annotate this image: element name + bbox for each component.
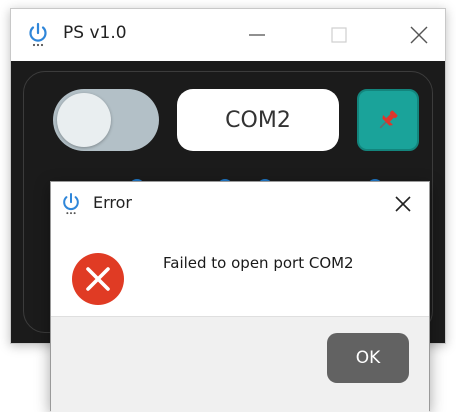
dialog-title-bar[interactable]: Error xyxy=(51,182,429,226)
close-button[interactable] xyxy=(395,9,443,61)
ok-button[interactable]: OK xyxy=(327,333,409,383)
power-icon xyxy=(61,192,81,216)
dialog-body: Failed to open port COM2 xyxy=(51,226,429,316)
toggle-knob xyxy=(57,93,111,147)
pushpin-icon xyxy=(379,110,398,129)
pin-button[interactable] xyxy=(357,89,419,151)
error-icon xyxy=(71,252,125,306)
close-icon xyxy=(395,196,411,212)
close-icon xyxy=(410,26,428,44)
power-icon xyxy=(27,22,49,48)
minimize-button[interactable] xyxy=(233,9,281,61)
window-title: PS v1.0 xyxy=(63,23,127,43)
maximize-icon xyxy=(331,27,347,43)
title-bar[interactable]: PS v1.0 xyxy=(11,9,445,61)
error-dialog: Error Failed to open port COM2 OK xyxy=(50,181,430,412)
minimize-icon xyxy=(249,34,265,36)
port-display[interactable]: COM2 xyxy=(177,89,339,151)
dialog-close-button[interactable] xyxy=(387,188,419,220)
dialog-message: Failed to open port COM2 xyxy=(163,254,354,272)
maximize-button[interactable] xyxy=(315,9,363,61)
dialog-title: Error xyxy=(93,193,132,212)
connection-toggle[interactable] xyxy=(53,89,159,151)
dialog-footer: OK xyxy=(51,316,429,412)
